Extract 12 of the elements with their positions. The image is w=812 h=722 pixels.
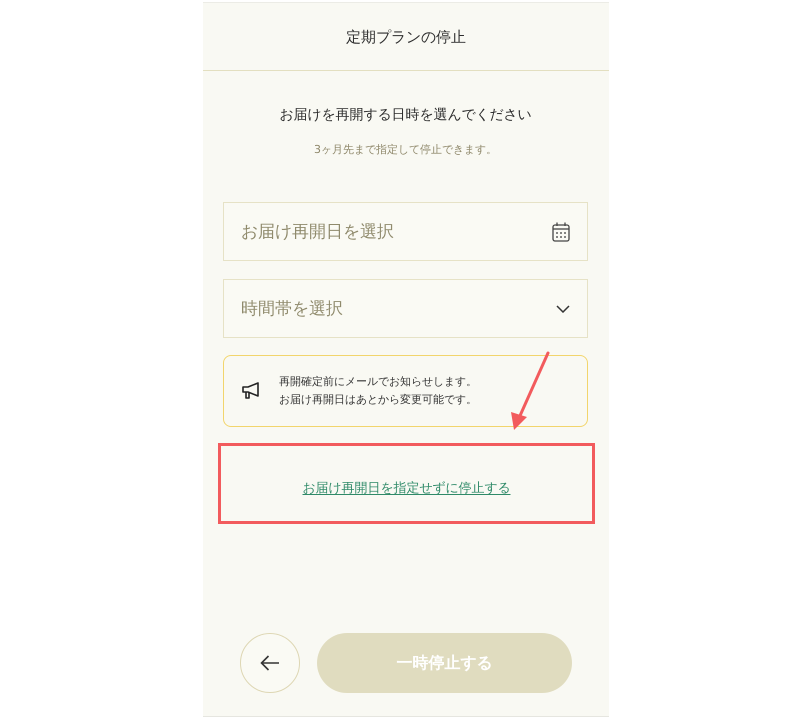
skip-date-link[interactable]: お届け再開日を指定せずに停止する — [302, 480, 510, 498]
notice-text: 再開確定前にメールでお知らせします。 — [279, 374, 477, 390]
notice-text: お届け再開日はあとから変更可能です。 — [279, 392, 477, 408]
calendar-icon — [552, 222, 570, 242]
time-select-field[interactable]: 時間帯を選択 — [223, 279, 588, 338]
date-picker-field[interactable]: お届け再開日を選択 — [223, 202, 588, 261]
page-title: 定期プランの停止 — [346, 26, 466, 46]
prompt-heading: お届けを再開する日時を選んでください — [278, 106, 532, 125]
megaphone-icon — [242, 382, 260, 400]
back-arrow-icon — [260, 655, 280, 671]
chevron-down-icon — [556, 304, 570, 312]
prompt-note: 3ヶ月先まで指定して停止できます。 — [313, 142, 498, 158]
